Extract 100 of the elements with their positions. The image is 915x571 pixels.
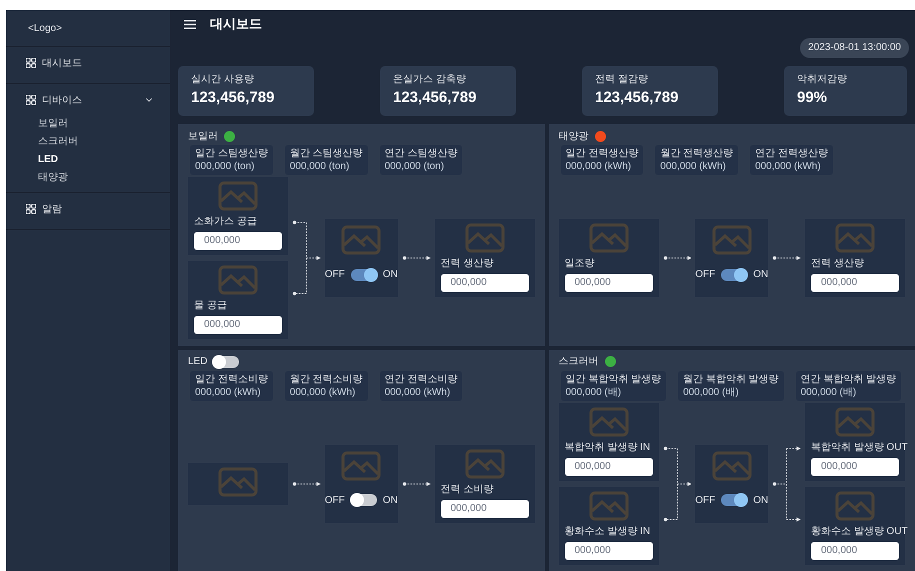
node-label: 전력 생산량 [440,258,494,270]
value-field[interactable]: 000,000 [440,274,528,292]
on-label: ON [382,268,398,282]
metric-label: 연간 스팀생산량 [384,147,458,160]
image-icon [712,450,752,481]
off-label: OFF [695,268,716,282]
panel-title: 태양광 [558,130,588,144]
value-field[interactable]: 000,000 [811,274,899,292]
sidebar-subitem[interactable]: 스크러버 [38,132,170,150]
off-label: OFF [695,494,716,508]
metric-value: 000,000 (ton) [195,160,256,173]
on-label: ON [753,494,768,508]
logo: <Logo> [28,22,62,36]
toggle-switch[interactable] [350,268,377,281]
image-icon [341,225,382,256]
connector-line [402,256,430,260]
image-icon [218,181,258,212]
toggle-switch[interactable] [213,356,240,368]
metric-label: 일간 복합악취 발생량 [566,372,662,386]
grid-icon [26,58,36,68]
metric-label: 월간 복합악취 발생량 [683,372,779,386]
metric-value: 000,000 (kWh) [195,386,262,398]
on-label: ON [753,268,768,282]
node-label: 복합악취 발생량 IN [564,442,650,454]
metric-label: 연간 전력생산량 [755,147,828,160]
value-field[interactable]: 000,000 [811,458,899,476]
image-icon [341,450,382,481]
stat-value: 123,456,789 [191,88,276,108]
metric-label: 일간 스팀생산량 [195,147,268,160]
node-label: 일조량 [564,258,594,270]
metric-value: 000,000 (배) [683,386,740,398]
node-label: 물 공급 [194,300,227,312]
value-field[interactable]: 000,000 [194,232,282,250]
metric-label: 일간 전력소비량 [195,372,268,386]
sidebar-item[interactable]: 디바이스 [6,86,170,114]
node-label: 전력 생산량 [811,258,864,270]
stat-label: 전력 절감량 [595,74,649,86]
connector-line [773,256,801,260]
sidebar-item[interactable]: 대시보드 [6,49,170,77]
stat-value: 123,456,789 [393,88,478,108]
stat-label: 실시간 사용량 [191,74,255,86]
metric-value: 000,000 (kWh) [660,160,727,173]
node-label: 전력 소비량 [440,484,494,496]
metric-value: 000,000 (kWh) [384,386,452,398]
sidebar-item[interactable]: 알람 [6,195,170,223]
off-label: OFF [324,494,345,508]
menu-icon[interactable] [184,20,196,28]
datetime-badge: 2023-08-01 13:00:00 [800,38,909,58]
panel-title: LED [188,355,208,369]
sidebar-subitem[interactable]: 태양광 [38,168,170,186]
metric-value: 000,000 (ton) [384,160,446,173]
node-label: 황화수소 발생량 IN [564,526,650,538]
value-field[interactable]: 000,000 [440,500,528,518]
stat-label: 온실가스 감축량 [393,74,467,86]
metric-label: 일간 전력생산량 [566,147,638,160]
image-icon [218,466,258,497]
metric-label: 연간 복합악취 발생량 [800,372,896,386]
value-field[interactable]: 000,000 [564,542,652,560]
node-label: 소화가스 공급 [194,216,257,228]
value-field[interactable]: 000,000 [811,542,899,560]
on-label: ON [382,494,398,508]
metric-value: 000,000 (kWh) [755,160,822,173]
value-field[interactable]: 000,000 [194,316,282,334]
panel-title: 보일러 [188,130,218,144]
image-icon [588,223,628,254]
metric-value: 000,000 (ton) [290,160,350,173]
image-icon [218,265,258,296]
image-icon [588,406,628,437]
page-title: 대시보드 [210,15,262,34]
node-label: 황화수소 발생량 OUT [811,526,908,538]
stat-value: 99% [797,88,828,108]
node-label: 복합악취 발생량 OUT [811,442,908,454]
metric-value: 000,000 (배) [800,386,858,398]
toggle-switch[interactable] [721,494,748,506]
stat-label: 악취저감량 [797,74,848,86]
image-icon [835,490,875,521]
image-icon [464,223,504,254]
panel-title: 스크러버 [558,355,598,369]
image-icon [712,225,752,256]
image-icon [835,406,875,437]
connector-line [402,482,430,486]
metric-label: 월간 전력소비량 [290,372,363,386]
metric-label: 연간 전력소비량 [384,372,458,386]
metric-value: 000,000 (kWh) [566,160,632,173]
grid-icon [26,95,36,105]
toggle-switch[interactable] [350,494,377,506]
image-icon [588,490,628,521]
connector-line [663,256,692,260]
sidebar-subitem[interactable]: LED [38,150,170,168]
metric-label: 월간 스팀생산량 [290,147,363,160]
toggle-switch[interactable] [721,268,748,281]
metric-label: 월간 전력생산량 [660,147,734,160]
value-field[interactable]: 000,000 [564,458,652,476]
metric-value: 000,000 (배) [566,386,622,398]
off-label: OFF [324,268,345,282]
grid-icon [26,204,36,214]
metric-value: 000,000 (kWh) [290,386,356,398]
value-field[interactable]: 000,000 [564,274,652,292]
sidebar-subitem[interactable]: 보일러 [38,114,170,132]
image-icon [835,223,875,254]
